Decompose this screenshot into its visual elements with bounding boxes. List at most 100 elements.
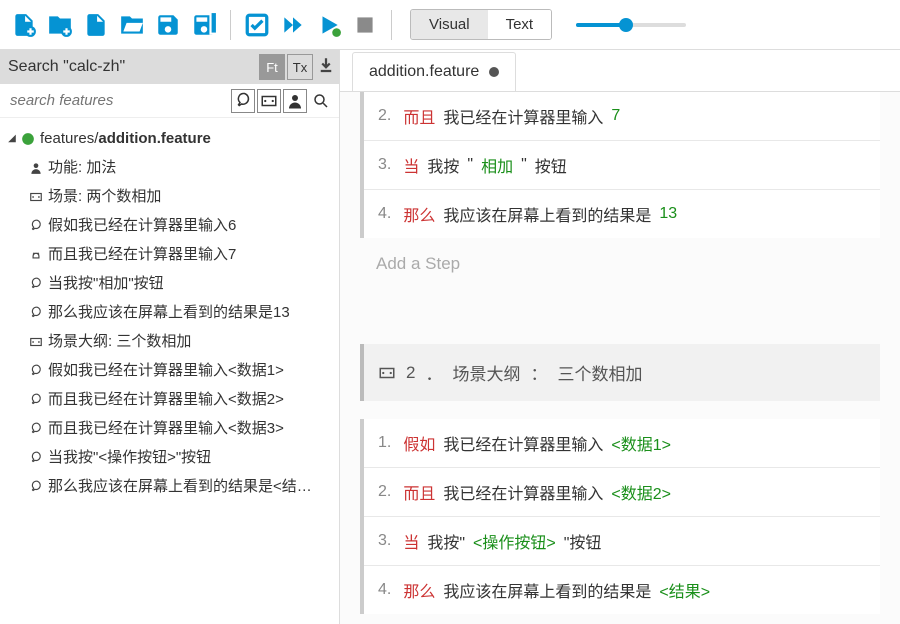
tx-filter-button[interactable]: Tx <box>287 54 313 80</box>
tree-scenario-outline[interactable]: 场景大纲: 三个数相加 <box>4 327 335 356</box>
tree-root[interactable]: ◢ features/addition.feature <box>4 124 335 153</box>
text-view-button[interactable]: Text <box>488 10 552 39</box>
step-param: <数据1> <box>611 431 671 455</box>
feature-file-icon <box>20 131 36 147</box>
step-text: 我按" <box>427 529 465 553</box>
step-number: 4. <box>378 205 391 223</box>
step-keyword: 当 <box>403 153 419 177</box>
tree-label: 那么我应该在屏幕上看到的结果是<结… <box>48 476 312 497</box>
tab-label: addition.feature <box>369 63 479 81</box>
tab-addition-feature[interactable]: addition.feature <box>352 52 516 91</box>
scenario-number: 2 <box>406 363 415 383</box>
main-toolbar: Visual Text <box>0 0 900 50</box>
tree-feature[interactable]: 功能: 加法 <box>4 153 335 182</box>
search-title: Search "calc-zh" <box>8 58 257 76</box>
step-value: 13 <box>659 205 677 223</box>
tree-label: 当我按"相加"按钮 <box>48 273 164 294</box>
zoom-slider[interactable] <box>576 18 686 32</box>
step-row[interactable]: 4.那么我应该在屏幕上看到的结果是13 <box>364 189 880 238</box>
scenario-filter-icon[interactable] <box>257 89 281 113</box>
step-row[interactable]: 2.而且我已经在计算器里输入7 <box>364 92 880 140</box>
new-folder-icon[interactable] <box>44 9 76 41</box>
tree-step[interactable]: 假如我已经在计算器里输入<数据1> <box>4 356 335 385</box>
tree-label: 而且我已经在计算器里输入7 <box>48 244 236 265</box>
scenario-outline-steps-block: 1.假如我已经在计算器里输入<数据1> 2.而且我已经在计算器里输入<数据2> … <box>360 419 880 614</box>
tree-step[interactable]: 当我按"相加"按钮 <box>4 269 335 298</box>
step-keyword: 那么 <box>403 202 435 226</box>
tree-label: 场景大纲: 三个数相加 <box>48 331 191 352</box>
file-icon[interactable] <box>80 9 112 41</box>
step-text: "按钮 <box>564 529 602 553</box>
twistie-icon[interactable]: ◢ <box>8 132 16 146</box>
tab-bar: addition.feature <box>340 50 900 92</box>
feature-tree: ◢ features/addition.feature 功能: 加法 场景: 两… <box>0 118 339 507</box>
search-header: Search "calc-zh" Ft Tx <box>0 50 339 84</box>
step-icon <box>28 392 44 408</box>
new-file-icon[interactable] <box>8 9 40 41</box>
scenario-title: 三个数相加 <box>557 360 642 385</box>
save-icon[interactable] <box>152 9 184 41</box>
tree-root-name: addition.feature <box>98 130 211 147</box>
scenario-colon: ： <box>530 360 547 385</box>
step-keyword: 而且 <box>403 104 435 128</box>
step-filter-icon[interactable] <box>231 89 255 113</box>
step-number: 3. <box>378 532 391 550</box>
step-keyword: 假如 <box>403 431 435 455</box>
step-icon <box>28 218 44 234</box>
save-all-icon[interactable] <box>188 9 220 41</box>
tree-label: 假如我已经在计算器里输入6 <box>48 215 236 236</box>
film-icon <box>378 364 396 382</box>
step-row[interactable]: 3.当我按"<操作按钮>"按钮 <box>364 516 880 565</box>
download-icon[interactable] <box>317 56 335 79</box>
stop-icon[interactable] <box>349 9 381 41</box>
dirty-indicator-icon <box>489 67 499 77</box>
search-input[interactable] <box>6 88 229 113</box>
search-row <box>0 84 339 118</box>
sidebar: Search "calc-zh" Ft Tx ◢ features/additi… <box>0 50 340 624</box>
film-icon <box>28 189 44 205</box>
tree-step[interactable]: 而且我已经在计算器里输入<数据3> <box>4 414 335 443</box>
tree-step[interactable]: 而且我已经在计算器里输入<数据2> <box>4 385 335 414</box>
scenario-steps-block: 2.而且我已经在计算器里输入7 3.当我按"相加"按钮 4.那么我应该在屏幕上看… <box>360 92 880 238</box>
check-icon[interactable] <box>241 9 273 41</box>
step-number: 2. <box>378 107 391 125</box>
step-keyword: 当 <box>403 529 419 553</box>
editor-area: 2.而且我已经在计算器里输入7 3.当我按"相加"按钮 4.那么我应该在屏幕上看… <box>340 92 900 624</box>
tree-step[interactable]: 假如我已经在计算器里输入6 <box>4 211 335 240</box>
step-keyword: 那么 <box>403 578 435 602</box>
tree-step[interactable]: 当我按"<操作按钮>"按钮 <box>4 443 335 472</box>
tree-step[interactable]: 那么我应该在屏幕上看到的结果是13 <box>4 298 335 327</box>
step-icon <box>28 305 44 321</box>
view-mode-toggle: Visual Text <box>410 9 552 40</box>
person-filter-icon[interactable] <box>283 89 307 113</box>
film-icon <box>28 334 44 350</box>
step-number: 1. <box>378 434 391 452</box>
tree-scenario[interactable]: 场景: 两个数相加 <box>4 182 335 211</box>
step-value: 7 <box>611 107 620 125</box>
step-row[interactable]: 2.而且我已经在计算器里输入<数据2> <box>364 467 880 516</box>
play-scenario-icon[interactable] <box>313 9 345 41</box>
step-icon <box>28 450 44 466</box>
search-icon[interactable] <box>309 89 333 113</box>
step-text: 按钮 <box>535 153 567 177</box>
visual-view-button[interactable]: Visual <box>411 10 488 39</box>
ft-filter-button[interactable]: Ft <box>259 54 285 80</box>
step-number: 4. <box>378 581 391 599</box>
step-row[interactable]: 3.当我按"相加"按钮 <box>364 140 880 189</box>
fast-forward-icon[interactable] <box>277 9 309 41</box>
step-quote: " <box>467 156 473 174</box>
tree-label: 场景: 两个数相加 <box>48 186 161 207</box>
tree-root-prefix: features/ <box>40 130 98 147</box>
step-row[interactable]: 4.那么我应该在屏幕上看到的结果是<结果> <box>364 565 880 614</box>
add-step-button[interactable]: Add a Step <box>360 244 880 284</box>
open-folder-icon[interactable] <box>116 9 148 41</box>
step-param: <结果> <box>659 578 710 602</box>
step-quote: " <box>521 156 527 174</box>
step-row[interactable]: 1. 假如我已经在计算器里输入 <数据1> <box>364 419 880 467</box>
tree-step[interactable]: 而且我已经在计算器里输入7 <box>4 240 335 269</box>
tree-label: 而且我已经在计算器里输入<数据3> <box>48 418 284 439</box>
step-icon <box>28 421 44 437</box>
tree-step[interactable]: 那么我应该在屏幕上看到的结果是<结… <box>4 472 335 501</box>
step-text: 我已经在计算器里输入 <box>443 431 603 455</box>
scenario-outline-header[interactable]: 2． 场景大纲 ： 三个数相加 <box>360 344 880 401</box>
